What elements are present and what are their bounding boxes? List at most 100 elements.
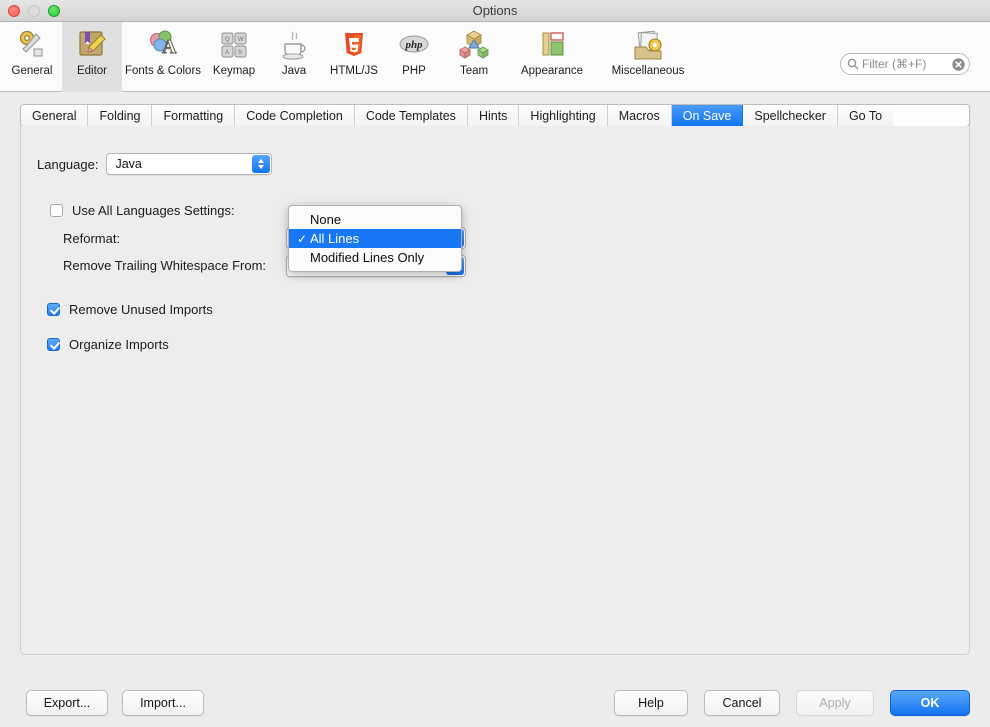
svg-text:A: A xyxy=(162,36,177,58)
options-toolbar: General Editor A Fonts & Colors Q W A S … xyxy=(0,22,990,92)
organize-imports-checkbox[interactable] xyxy=(47,338,60,351)
svg-text:php: php xyxy=(404,39,423,51)
window-titlebar: Options xyxy=(0,0,990,22)
zoom-window-button[interactable] xyxy=(48,5,60,17)
toolbar-item-label: Fonts & Colors xyxy=(124,65,202,77)
toolbar-item-label: Appearance xyxy=(520,65,584,77)
tab-highlighting[interactable]: Highlighting xyxy=(519,105,608,126)
language-row: Language: Java xyxy=(37,153,273,175)
toolbar-item-label: Team xyxy=(459,65,489,77)
tab-label: Spellchecker xyxy=(754,108,826,123)
language-label: Language: xyxy=(37,156,99,172)
use-all-languages-label: Use All Languages Settings: xyxy=(72,203,235,218)
fonts-colors-icon: A xyxy=(150,30,178,59)
clear-circle-icon[interactable] xyxy=(952,57,965,71)
check-icon: ✓ xyxy=(296,231,308,246)
window-title: Options xyxy=(472,3,518,18)
svg-text:Q: Q xyxy=(225,37,230,43)
footer-left-buttons: Export... Import... xyxy=(26,690,204,716)
tab-label: General xyxy=(32,108,77,123)
keymap-keys-icon: Q W A S xyxy=(221,32,247,58)
toolbar-item-label: Miscellaneous xyxy=(611,65,685,77)
tab-label: Code Completion xyxy=(246,108,343,123)
filter-placeholder: Filter (⌘+F) xyxy=(862,57,927,71)
php-elephant-icon: php xyxy=(399,35,429,53)
footer-right-buttons: Help Cancel Apply OK xyxy=(614,690,970,716)
svg-text:A: A xyxy=(225,50,229,56)
remove-unused-imports-row[interactable]: Remove Unused Imports xyxy=(47,302,213,317)
settings-tab-bar: General Folding Formatting Code Completi… xyxy=(20,104,970,127)
menu-item-none[interactable]: None xyxy=(289,210,461,229)
minimize-window-button[interactable] xyxy=(28,5,40,17)
team-cubes-icon xyxy=(459,30,489,59)
remove-unused-imports-checkbox[interactable] xyxy=(47,303,60,316)
tab-spellchecker[interactable]: Spellchecker xyxy=(743,105,838,126)
toolbar-item-label: General xyxy=(11,65,53,77)
svg-text:S: S xyxy=(238,50,242,56)
menu-item-modified-lines-only[interactable]: Modified Lines Only xyxy=(289,248,461,267)
filter-input[interactable]: Filter (⌘+F) xyxy=(840,53,970,75)
ok-button[interactable]: OK xyxy=(890,690,970,716)
toolbar-item-label: Editor xyxy=(76,65,108,77)
tab-label: Folding xyxy=(99,108,141,123)
menu-item-label: All Lines xyxy=(310,231,360,246)
tab-label: Code Templates xyxy=(365,108,456,123)
toolbar-item-label: Keymap xyxy=(212,65,256,77)
toolbar-item-team[interactable]: Team xyxy=(444,22,504,92)
editor-book-pencil-icon xyxy=(79,31,106,56)
toolbar-item-editor[interactable]: Editor xyxy=(62,22,122,92)
tab-general[interactable]: General xyxy=(21,105,89,126)
export-button[interactable]: Export... xyxy=(26,690,108,716)
use-all-languages-checkbox[interactable] xyxy=(50,204,63,217)
toolbar-item-general[interactable]: General xyxy=(2,22,62,92)
tab-label: Macros xyxy=(618,108,660,123)
tab-label: Formatting xyxy=(163,108,224,123)
appearance-layout-icon xyxy=(542,32,564,56)
remove-trailing-whitespace-label: Remove Trailing Whitespace From: xyxy=(63,258,267,273)
tab-hints[interactable]: Hints xyxy=(467,105,520,126)
toolbar-item-miscellaneous[interactable]: Miscellaneous xyxy=(600,22,696,92)
reformat-dropdown-menu: None ✓ All Lines Modified Lines Only xyxy=(288,205,462,272)
toolbar-item-keymap[interactable]: Q W A S Keymap xyxy=(204,22,264,92)
toolbar-item-html-js[interactable]: HTML/JS xyxy=(324,22,384,92)
tab-code-completion[interactable]: Code Completion xyxy=(235,105,355,126)
on-save-settings-panel: Language: Java Use All Languages Setting… xyxy=(20,126,970,655)
tab-macros[interactable]: Macros xyxy=(607,105,672,126)
miscellaneous-papers-gear-icon xyxy=(634,30,662,60)
java-coffee-cup-icon xyxy=(282,31,306,60)
svg-text:W: W xyxy=(238,37,244,43)
general-gear-wrench-icon xyxy=(19,30,43,57)
menu-item-label: None xyxy=(310,212,342,227)
filter-field-wrapper: Filter (⌘+F) xyxy=(840,53,970,75)
toolbar-item-label: Java xyxy=(281,65,307,77)
import-button[interactable]: Import... xyxy=(122,690,204,716)
close-window-button[interactable] xyxy=(8,5,20,17)
remove-unused-imports-label: Remove Unused Imports xyxy=(69,302,213,317)
language-select[interactable]: Java xyxy=(106,153,273,175)
toolbar-item-label: HTML/JS xyxy=(330,65,378,77)
tab-go-to[interactable]: Go To xyxy=(837,105,894,126)
organize-imports-row[interactable]: Organize Imports xyxy=(47,337,169,352)
tab-label: Go To xyxy=(848,108,883,123)
window-controls xyxy=(8,5,60,17)
toolbar-item-php[interactable]: php PHP xyxy=(384,22,444,92)
tab-formatting[interactable]: Formatting xyxy=(152,105,236,126)
apply-button[interactable]: Apply xyxy=(796,690,874,716)
help-button[interactable]: Help xyxy=(614,690,688,716)
use-all-languages-checkbox-row[interactable]: Use All Languages Settings: xyxy=(50,203,235,218)
menu-item-label: Modified Lines Only xyxy=(310,250,425,265)
toolbar-item-java[interactable]: Java xyxy=(264,22,324,92)
chevron-updown-icon xyxy=(252,155,271,173)
html5-shield-icon xyxy=(345,33,363,56)
toolbar-item-appearance[interactable]: Appearance xyxy=(504,22,600,92)
toolbar-item-fonts-colors[interactable]: A Fonts & Colors xyxy=(122,22,204,92)
tab-code-templates[interactable]: Code Templates xyxy=(354,105,468,126)
tab-label: Hints xyxy=(478,108,508,123)
language-select-value: Java xyxy=(115,157,142,171)
cancel-button[interactable]: Cancel xyxy=(704,690,780,716)
tab-label: On Save xyxy=(682,108,732,123)
tab-label: Highlighting xyxy=(530,108,596,123)
tab-on-save[interactable]: On Save xyxy=(671,105,744,126)
tab-folding[interactable]: Folding xyxy=(88,105,153,126)
menu-item-all-lines[interactable]: ✓ All Lines xyxy=(289,229,461,248)
